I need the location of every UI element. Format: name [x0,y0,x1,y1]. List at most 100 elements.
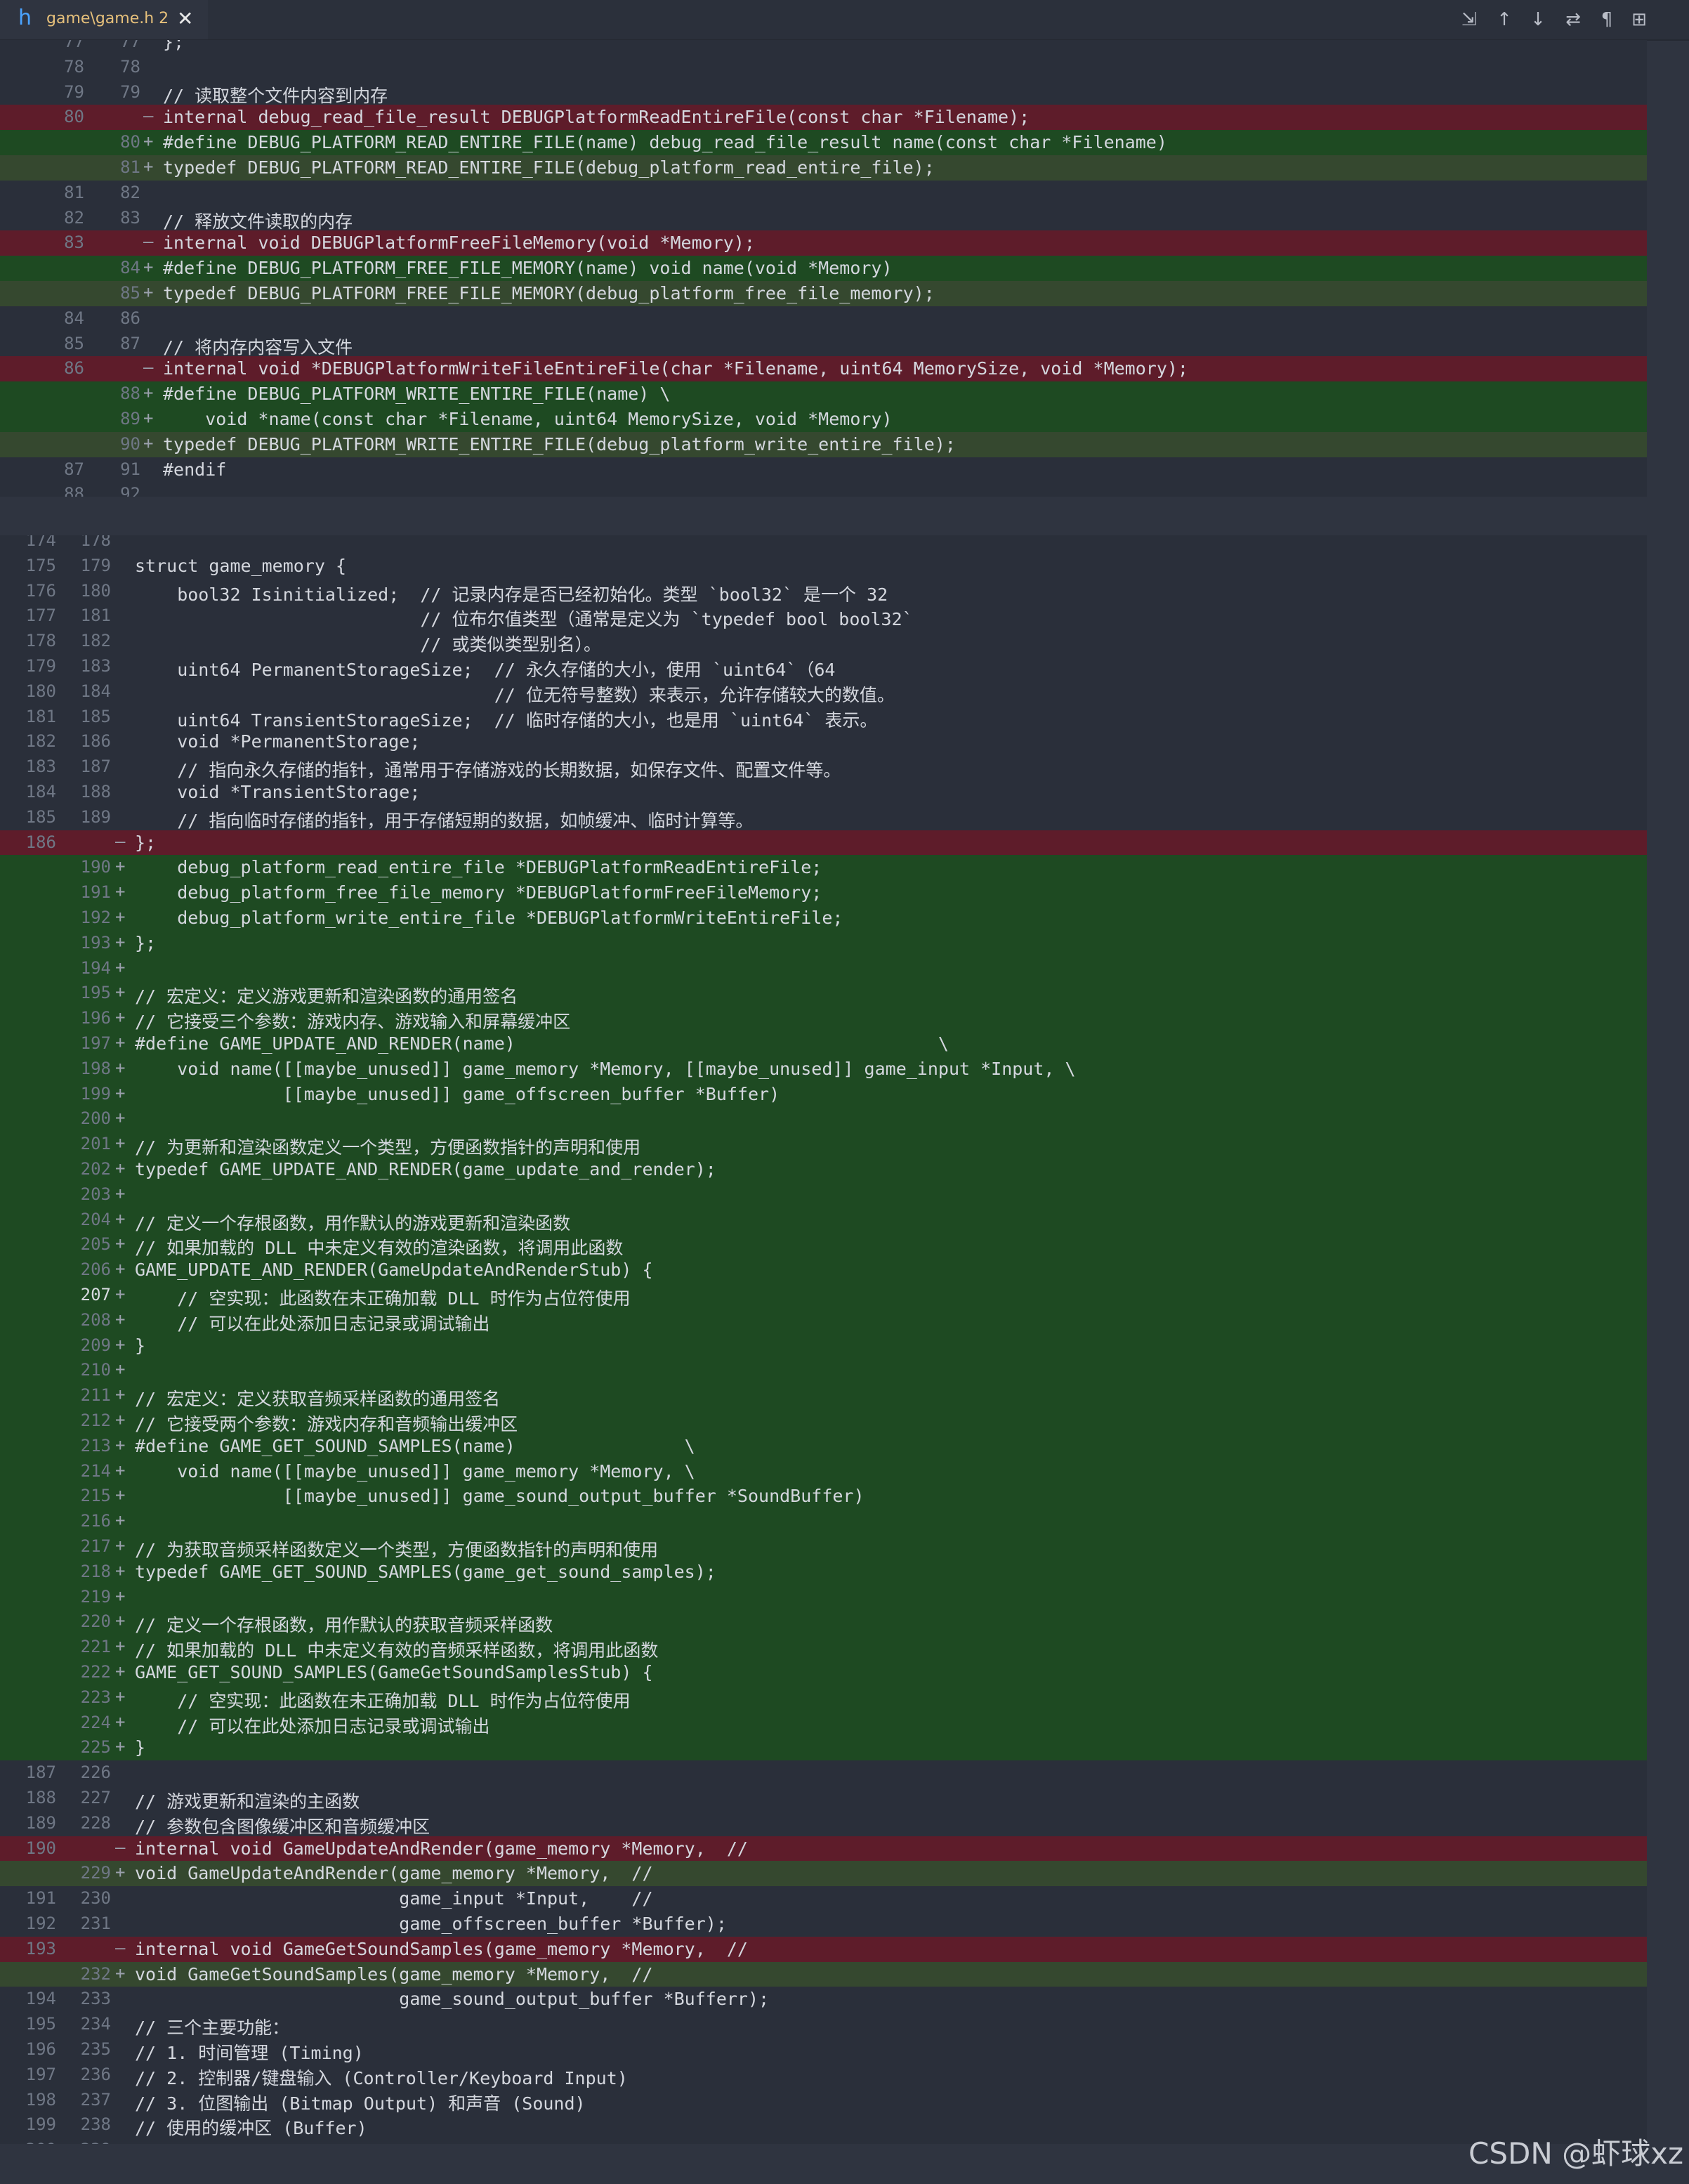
diff-line[interactable]: 232 + void GameGetSoundSamples(game_memory… [0,1961,1647,1987]
diff-line[interactable]: 188 227 // 游戏更新和渲染的主函数 [0,1786,1647,1812]
diff-line[interactable]: 210 + [0,1358,1647,1384]
diff-line[interactable]: 217 + // 为获取音频采样函数定义一个类型，方便函数指针的声明和使用 [0,1534,1647,1560]
diff-line[interactable]: 81 + typedef DEBUG_PLATFORM_READ_ENTIRE_FI… [0,155,1647,181]
diff-line[interactable]: 183 187 // 指向永久存储的指针，通常用于存储游戏的长期数据，如保存文件、… [0,754,1647,780]
diff-line[interactable]: 185 189 // 指向临时存储的指针，用于存储短期的数据，如帧缓冲、临时计算等… [0,804,1647,831]
diff-line[interactable]: 78 78 [0,54,1647,80]
diff-line[interactable]: 82 83 // 释放文件读取的内存 [0,205,1647,232]
diff-line[interactable]: 178 182 // 或类似类型别名）。 [0,629,1647,655]
diff-line[interactable]: 191 + debug_platform_free_file_memory *DE… [0,880,1647,905]
change-marker: + [115,1108,126,1128]
diff-line[interactable]: 187 226 [0,1760,1647,1786]
diff-line[interactable]: 198 + void name([[maybe_unused]] game_mem… [0,1056,1647,1082]
diff-line[interactable]: 213 + #define GAME_GET_SOUND_SAMPLES(name)… [0,1433,1647,1459]
diff-line[interactable]: 189 228 // 参数包含图像缓冲区和音频缓冲区 [0,1810,1647,1837]
diff-line[interactable]: 223 + // 空实现：此函数在未正确加载 DLL 时作为占位符使用 [0,1685,1647,1711]
next-change-icon[interactable]: ↓ [1525,7,1551,32]
diff-line[interactable]: 207 + // 空实现：此函数在未正确加载 DLL 时作为占位符使用 [0,1283,1647,1309]
diff-line[interactable]: 181 185 uint64 TransientStorageSize; // 临… [0,704,1647,731]
diff-line[interactable]: 224 + // 可以在此处添加日志记录或调试输出 [0,1710,1647,1737]
diff-line[interactable]: 90 + typedef DEBUG_PLATFORM_WRITE_ENTIRE_F… [0,431,1647,457]
diff-line[interactable]: 186 —}; [0,830,1647,856]
diff-line[interactable]: 204 + // 定义一个存根函数，用作默认的游戏更新和渲染函数 [0,1207,1647,1234]
diff-line[interactable]: 206 + GAME_UPDATE_AND_RENDER(GameUpdateAnd… [0,1257,1647,1283]
diff-line[interactable]: 219 + [0,1584,1647,1610]
inline-view-icon[interactable]: ⊞ [1626,7,1652,32]
diff-line[interactable]: 196 235 // 1. 时间管理 (Timing) [0,2037,1647,2063]
new-line-number: 185 [80,706,111,726]
diff-line[interactable]: 176 180 bool32 Isinitialized; // 记录内存是否已经… [0,578,1647,605]
diff-line[interactable]: 225 +} [0,1735,1647,1761]
diff-line[interactable]: 88 + #define DEBUG_PLATFORM_WRITE_ENTIRE_F… [0,381,1647,407]
diff-line[interactable]: 77 77}; [0,40,1647,55]
diff-line[interactable]: 216 + [0,1509,1647,1534]
diff-line[interactable]: 83 — internal void DEBUGPlatformFreeFileMe… [0,230,1647,256]
diff-line[interactable]: 196 + // 它接受三个参数：游戏内存、游戏输入和屏幕缓冲区 [0,1006,1647,1032]
diff-line[interactable]: 86 — internal void *DEBUGPlatformWriteFile… [0,356,1647,382]
diff-line[interactable]: 81 82 [0,180,1647,206]
diff-line[interactable]: 192 231 game_offscreen_buffer *Buffer); [0,1911,1647,1937]
code-text: struct game_memory { [135,555,347,576]
previous-change-icon[interactable]: ↑ [1492,7,1517,32]
diff-line[interactable]: 211 + // 宏定义：定义获取音频采样函数的通用签名 [0,1383,1647,1409]
diff-line[interactable]: 85 + typedef DEBUG_PLATFORM_FREE_FILE_MEMO… [0,281,1647,306]
diff-line[interactable]: 199 238 // 使用的缓冲区 (Buffer) [0,2112,1647,2138]
diff-line[interactable]: 192 + debug_platform_write_entire_file *D… [0,905,1647,931]
diff-line[interactable]: 221 + // 如果加载的 DLL 中未定义有效的音频采样函数，将调用此函数 [0,1635,1647,1661]
diff-line[interactable]: 88 92 [0,482,1647,497]
diff-line[interactable]: 193 — internal void GameGetSoundSamples(ga… [0,1936,1647,1962]
diff-line[interactable]: 175 179 struct game_memory { [0,553,1647,579]
diff-line[interactable]: 184 188 void *TransientStorage; [0,780,1647,805]
diff-line[interactable]: 87 91 #endif [0,457,1647,483]
diff-line[interactable]: 180 184 // 位无符号整数）来表示，允许存储较大的数值。 [0,679,1647,705]
swap-sides-icon[interactable]: ⇄ [1560,7,1586,32]
diff-line[interactable]: 200 239 [0,2138,1647,2144]
diff-line[interactable]: 198 237 // 3. 位图输出 (Bitmap Output) 和声音 (So… [0,2087,1647,2114]
diff-line[interactable]: 89 + void *name(const char *Filename, uin… [0,407,1647,432]
diff-line[interactable]: 85 87 // 将内存内容写入文件 [0,331,1647,358]
diff-line[interactable]: 80 + #define DEBUG_PLATFORM_READ_ENTIRE_FI… [0,130,1647,155]
diff-line[interactable]: 191 230 game_input *Input, // [0,1886,1647,1911]
diff-line[interactable]: 214 + void name([[maybe_unused]] game_mem… [0,1458,1647,1484]
new-line-number: 200 [80,1109,111,1129]
diff-line[interactable]: 182 186 void *PermanentStorage; [0,729,1647,755]
diff-line[interactable]: 222 + GAME_GET_SOUND_SAMPLES(GameGetSoundS… [0,1660,1647,1685]
diff-line[interactable]: 209 +} [0,1333,1647,1359]
diff-line[interactable]: 200 + [0,1106,1647,1132]
diff-line[interactable]: 80 — internal debug_read_file_result DEBUG… [0,105,1647,131]
diff-line[interactable]: 193 +}; [0,930,1647,956]
change-marker: + [115,1963,126,1983]
open-changes-icon[interactable]: ⇲ [1457,7,1482,32]
diff-line[interactable]: 177 181 // 位布尔值类型（通常是定义为 `typedef bool bo… [0,603,1647,629]
whitespace-toggle-icon[interactable]: ¶ [1594,7,1619,32]
old-line-number: 194 [25,1989,56,2009]
diff-line[interactable]: 197 236 // 2. 控制器/键盘输入 (Controller/Keyboar… [0,2062,1647,2088]
diff-line[interactable]: 203 + [0,1182,1647,1208]
tab-game-h[interactable]: h game\game.h 2 ✕ [0,0,208,39]
diff-line[interactable]: 190 — internal void GameUpdateAndRender(ga… [0,1836,1647,1862]
diff-line[interactable]: 220 + // 定义一个存根函数，用作默认的获取音频采样函数 [0,1609,1647,1635]
code-text: // 空实现：此函数在未正确加载 DLL 时作为占位符使用 [135,1288,631,1309]
diff-line[interactable]: 174 178 [0,535,1647,554]
close-icon[interactable]: ✕ [177,7,193,30]
diff-line[interactable]: 208 + // 可以在此处添加日志记录或调试输出 [0,1307,1647,1334]
diff-line[interactable]: 199 + [[maybe_unused]] game_offscreen_buf… [0,1081,1647,1107]
diff-line[interactable]: 205 + // 如果加载的 DLL 中未定义有效的渲染函数，将调用此函数 [0,1232,1647,1258]
diff-line[interactable]: 84 + #define DEBUG_PLATFORM_FREE_FILE_MEMO… [0,256,1647,281]
new-line-number: 199 [80,1083,111,1104]
diff-line[interactable]: 229 + void GameUpdateAndRender(game_memory… [0,1861,1647,1887]
diff-line[interactable]: 194 + [0,955,1647,981]
diff-line[interactable]: 197 + #define GAME_UPDATE_AND_RENDER(name)… [0,1031,1647,1057]
diff-line[interactable]: 190 + debug_platform_read_entire_file *DE… [0,855,1647,881]
diff-line[interactable]: 212 + // 它接受两个参数：游戏内存和音频输出缓冲区 [0,1408,1647,1434]
diff-line[interactable]: 202 + typedef GAME_UPDATE_AND_RENDER(game_… [0,1157,1647,1182]
diff-line[interactable]: 195 234 // 三个主要功能： [0,2012,1647,2038]
diff-line[interactable]: 179 183 uint64 PermanentStorageSize; // 永… [0,654,1647,680]
diff-line[interactable]: 218 + typedef GAME_GET_SOUND_SAMPLES(game_… [0,1559,1647,1585]
diff-line[interactable]: 194 233 game_sound_output_buffer *Bufferr… [0,1987,1647,2013]
diff-line[interactable]: 79 79 // 读取整个文件内容到内存 [0,79,1647,106]
diff-line[interactable]: 201 + // 为更新和渲染函数定义一个类型，方便函数指针的声明和使用 [0,1132,1647,1158]
diff-line[interactable]: 84 86 [0,306,1647,332]
diff-line[interactable]: 195 + // 宏定义：定义游戏更新和渲染函数的通用签名 [0,981,1647,1007]
diff-line[interactable]: 215 + [[maybe_unused]] game_sound_output_… [0,1484,1647,1510]
